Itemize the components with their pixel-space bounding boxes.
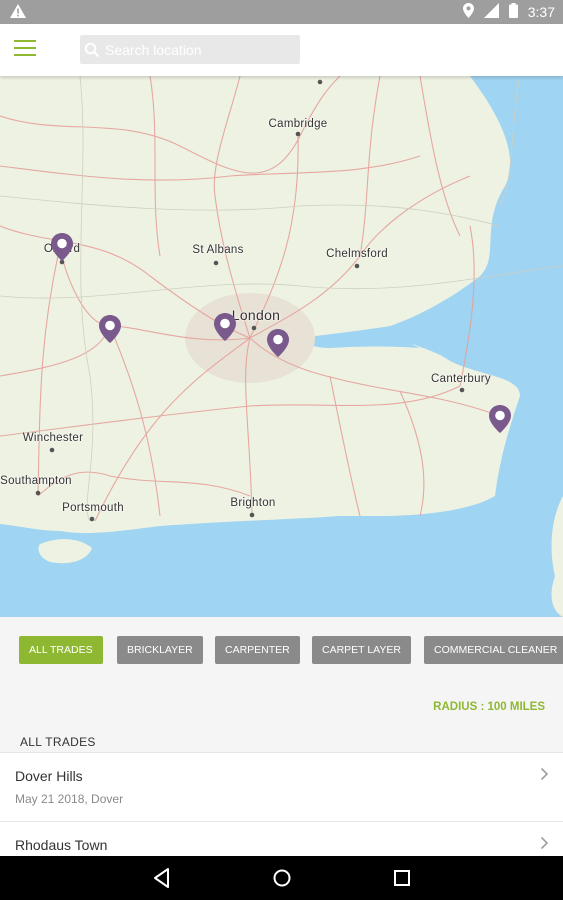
map-pin[interactable] [50, 232, 74, 262]
list-item-subtitle: May 21 2018, Dover [15, 792, 124, 806]
menu-icon[interactable] [14, 40, 36, 58]
signal-icon [483, 3, 499, 21]
chip-bricklayer[interactable]: BRICKLAYER [117, 636, 203, 664]
map-label-winchester: Winchester [22, 432, 84, 444]
list-item-title: Rhodaus Town [15, 837, 108, 853]
home-icon[interactable] [271, 867, 293, 889]
map-pin[interactable] [488, 404, 512, 434]
location-icon [462, 3, 474, 21]
search-input[interactable] [103, 40, 297, 59]
warning-icon [10, 4, 26, 23]
map-pin[interactable] [98, 314, 122, 344]
battery-icon [508, 3, 518, 21]
list-item-title: Dover Hills [15, 768, 83, 784]
chip-carpenter[interactable]: CARPENTER [215, 636, 300, 664]
section-title: ALL TRADES [20, 735, 96, 749]
map-label-portsmouth: Portsmouth [62, 502, 124, 514]
chevron-right-icon [540, 836, 549, 850]
map-pin[interactable] [213, 312, 237, 342]
map-label-southampton: Southampton [0, 475, 72, 487]
trade-filter-bar: ALL TRADES BRICKLAYER CARPENTER CARPET L… [0, 617, 563, 683]
list-item[interactable]: Dover Hills May 21 2018, Dover [0, 752, 563, 821]
search-icon [84, 42, 100, 57]
chip-all-trades[interactable]: ALL TRADES [19, 636, 103, 664]
back-icon[interactable] [152, 867, 172, 889]
clock: 3:37 [527, 4, 555, 20]
map-view[interactable]: Cambridge St Albans Chelmsford Oxford Lo… [0, 76, 563, 617]
map-label-cambridge: Cambridge [268, 118, 328, 130]
map-pin[interactable] [266, 328, 290, 358]
chevron-right-icon [540, 767, 549, 781]
chip-carpet-layer[interactable]: CARPET LAYER [312, 636, 411, 664]
system-nav-bar [0, 856, 563, 900]
status-bar: 3:37 [0, 0, 563, 24]
map-label-brighton: Brighton [230, 497, 276, 509]
map-label-canterbury: Canterbury [431, 373, 491, 385]
chip-commercial-cleaner[interactable]: COMMERCIAL CLEANER [424, 636, 563, 664]
app-bar [0, 24, 563, 76]
map-label-st-albans: St Albans [192, 244, 244, 256]
search-box[interactable] [80, 35, 300, 64]
map-label-chelmsford: Chelmsford [326, 248, 388, 260]
recents-icon[interactable] [393, 867, 411, 889]
radius-label[interactable]: RADIUS : 100 MILES [433, 701, 545, 713]
map-label-london: London [231, 307, 281, 323]
